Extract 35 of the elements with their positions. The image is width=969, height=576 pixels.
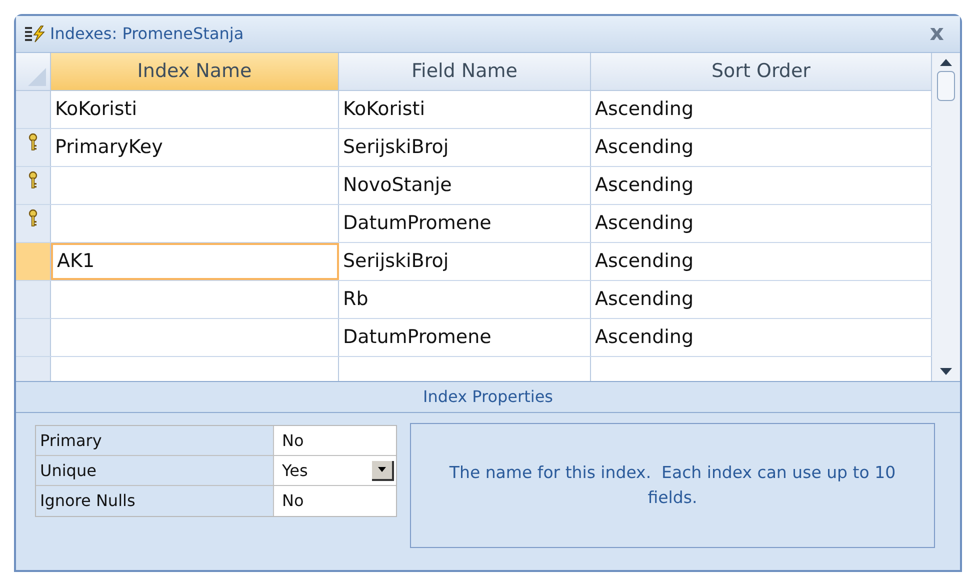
dropdown-button[interactable] <box>372 460 394 480</box>
row-selector[interactable] <box>16 129 51 166</box>
field-name-cell[interactable]: DatumPromene <box>339 319 591 356</box>
property-value-field[interactable]: No <box>274 486 396 516</box>
property-value: No <box>282 490 304 512</box>
scroll-thumb[interactable] <box>937 71 955 101</box>
field-name-cell[interactable]: Rb <box>339 281 591 318</box>
row-selector[interactable] <box>16 205 51 242</box>
column-header[interactable]: Field Name <box>339 53 591 90</box>
field-name-cell[interactable]: KoKoristi <box>339 91 591 128</box>
window-title: Indexes: PromeneStanja <box>50 23 245 45</box>
property-value-field[interactable]: Yes <box>274 456 396 485</box>
property-value-field[interactable]: No <box>274 426 396 455</box>
field-name-cell[interactable]: SerijskiBroj <box>339 243 591 280</box>
key-icon <box>28 171 38 189</box>
scroll-down-icon[interactable] <box>939 367 953 377</box>
property-value: No <box>282 430 304 452</box>
caret-icon <box>378 467 386 472</box>
key-icon <box>28 133 38 151</box>
index-lightning-icon <box>24 25 46 43</box>
vertical-scrollbar[interactable] <box>932 53 960 381</box>
column-header[interactable]: Index Name <box>51 53 339 90</box>
corner-triangle-icon <box>28 68 46 86</box>
section-header: Index Properties <box>16 381 960 413</box>
property-value: Yes <box>282 460 308 482</box>
field-name-cell[interactable]: DatumPromene <box>339 205 591 242</box>
row-selector[interactable] <box>16 167 51 204</box>
index-name-cell[interactable]: AK1 <box>51 243 339 280</box>
field-name-cell[interactable]: SerijskiBroj <box>339 129 591 166</box>
help-text: The name for this index. Each index can use up to 10 fields. <box>448 462 897 508</box>
field-name-cell[interactable]: NovoStanje <box>339 167 591 204</box>
key-icon <box>28 209 38 227</box>
scroll-up-icon[interactable] <box>939 57 953 67</box>
index-name-cell[interactable]: KoKoristi <box>51 91 339 128</box>
index-name-cell[interactable]: PrimaryKey <box>51 129 339 166</box>
